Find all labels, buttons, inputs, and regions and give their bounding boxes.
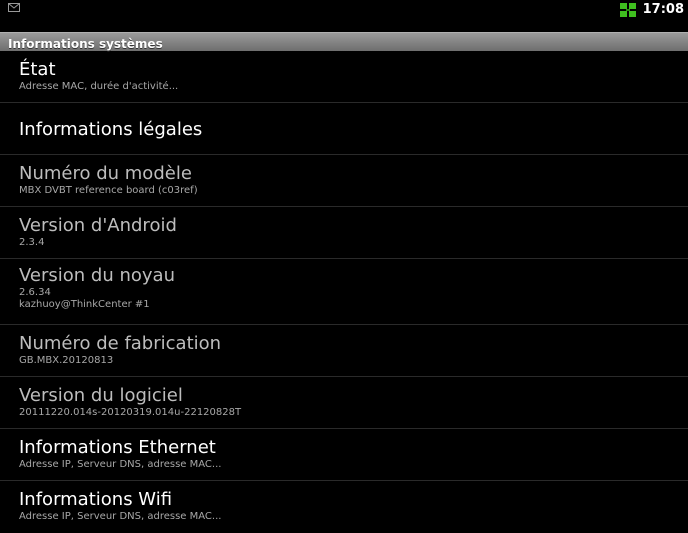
settings-list: État Adresse MAC, durée d'activité... In…: [0, 51, 688, 533]
item-title: Informations Wifi: [19, 489, 173, 510]
list-item-version-noyau: Version du noyau 2.6.34 kazhuoy@ThinkCen…: [0, 259, 688, 325]
item-summary: Adresse IP, Serveur DNS, adresse MAC...: [19, 459, 222, 470]
item-summary: MBX DVBT reference board (c03ref): [19, 185, 198, 196]
item-title: État: [19, 59, 56, 80]
item-summary: 2.6.34: [19, 287, 51, 298]
item-title: Numéro de fabrication: [19, 333, 222, 354]
page-title: Informations systèmes: [8, 37, 163, 51]
item-title: Numéro du modèle: [19, 163, 192, 184]
clock: 17:08: [642, 2, 684, 17]
item-summary: Adresse IP, Serveur DNS, adresse MAC...: [19, 511, 222, 522]
item-summary: 20111220.014s-20120319.014u-22120828T: [19, 407, 242, 418]
list-item-etat[interactable]: État Adresse MAC, durée d'activité...: [0, 51, 688, 103]
item-title: Informations légales: [19, 119, 203, 140]
list-item-informations-legales[interactable]: Informations légales: [0, 103, 688, 155]
item-summary-2: kazhuoy@ThinkCenter #1: [19, 299, 150, 310]
status-right: 17:08: [619, 0, 684, 32]
title-bar: Informations systèmes: [0, 32, 688, 51]
network-icon: [619, 3, 636, 17]
mail-icon[interactable]: [8, 3, 20, 12]
item-title: Informations Ethernet: [19, 437, 216, 458]
list-item-numero-fabrication: Numéro de fabrication GB.MBX.20120813: [0, 325, 688, 377]
list-item-informations-ethernet[interactable]: Informations Ethernet Adresse IP, Serveu…: [0, 429, 688, 481]
item-title: Version du logiciel: [19, 385, 183, 406]
item-summary: GB.MBX.20120813: [19, 355, 114, 366]
item-summary: 2.3.4: [19, 237, 45, 248]
item-title: Version d'Android: [19, 215, 177, 236]
item-title: Version du noyau: [19, 265, 175, 286]
list-item-version-android[interactable]: Version d'Android 2.3.4: [0, 207, 688, 259]
item-summary: Adresse MAC, durée d'activité...: [19, 81, 179, 92]
status-bar: 17:08: [0, 0, 688, 32]
list-item-informations-wifi[interactable]: Informations Wifi Adresse IP, Serveur DN…: [0, 481, 688, 533]
list-item-numero-modele: Numéro du modèle MBX DVBT reference boar…: [0, 155, 688, 207]
list-item-version-logiciel: Version du logiciel 20111220.014s-201203…: [0, 377, 688, 429]
